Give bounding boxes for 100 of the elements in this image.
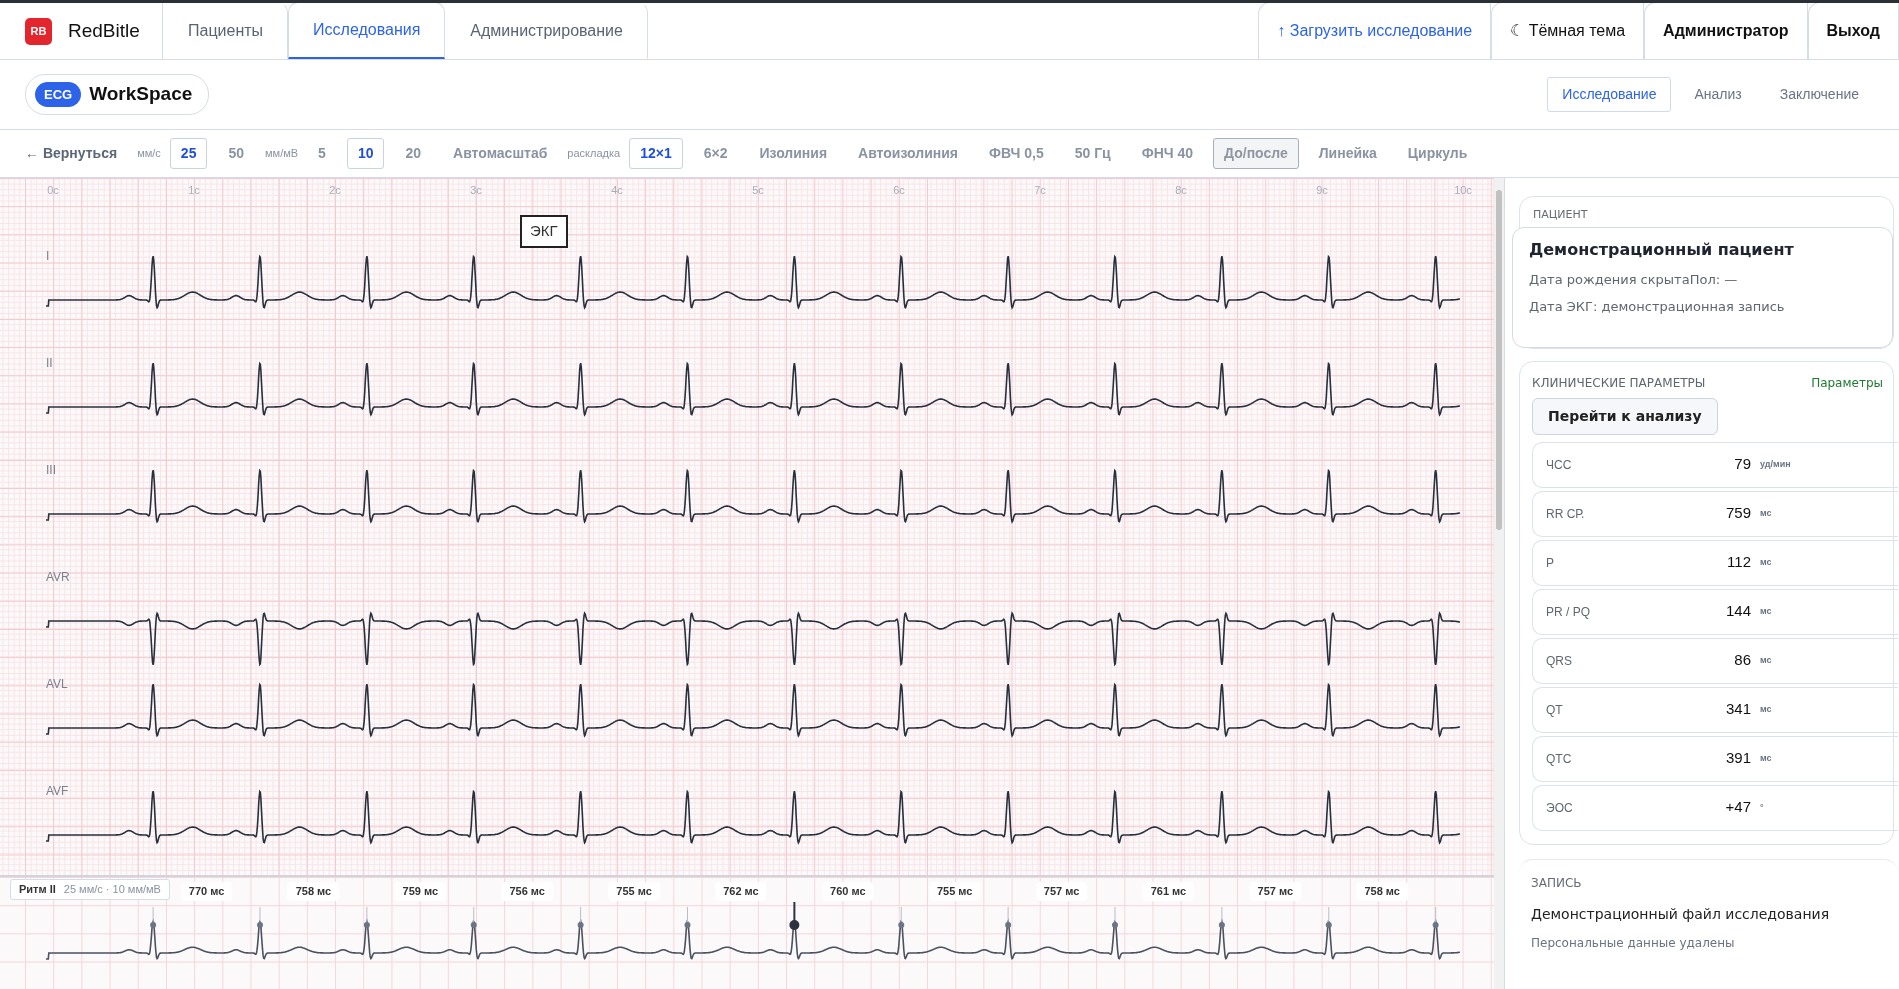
beat-marker[interactable] [1112,906,1118,928]
record-file: Демонстрационный файл исследования [1531,904,1831,924]
scrollbar[interactable] [1494,178,1504,989]
section-title: ПАЦИЕНТ [1532,207,1589,223]
rr-interval: 757 мс [1249,882,1302,901]
time-label: 4с [611,184,623,196]
time-label: 9с [1316,184,1328,196]
rr-interval: 760 мс [822,882,874,901]
rr-interval: 762 мс [715,882,767,901]
parameter-unit: мс [1760,751,1772,765]
toolbar-tool[interactable]: ФНЧ 40 [1130,138,1205,169]
theme-toggle[interactable]: ☾ Тёмная тема [1491,3,1645,59]
rr-interval: 758 мс [1356,882,1408,901]
parameters-link[interactable]: Параметры [1811,373,1883,392]
beat-marker[interactable] [577,906,584,928]
beat-marker[interactable] [1005,906,1012,928]
patient-name: Демонстрационный пациент [1529,238,1795,261]
rhythm-lead: Ритм II [19,882,56,897]
back-link[interactable]: ← Вернуться [25,143,118,164]
rr-interval: 761 мс [1142,882,1195,901]
parameter-unit: мс [1760,506,1772,520]
rr-interval: 756 мс [501,882,553,901]
lead-label: II [46,356,53,370]
parameter-unit: мс [1760,702,1772,716]
toolbar-tool[interactable]: 50 Гц [1063,138,1122,169]
parameter-unit: мс [1760,653,1772,667]
brand-name: RedBitle [68,18,140,43]
beat-marker[interactable] [150,906,157,928]
view-tab[interactable]: Заключение [1764,77,1874,112]
toolbar-tool[interactable]: ФВЧ 0,5 [978,138,1055,169]
rr-interval: 755 мс [608,882,660,901]
parameter-value: 391 [1724,748,1751,769]
time-label: 0с [47,184,59,196]
beat-marker[interactable] [789,901,800,930]
toolbar-tool[interactable]: Циркуль [1396,138,1479,169]
rr-interval: 759 мс [394,882,447,901]
rhythm-settings: 25 мм/с · 10 мм/мВ [63,882,161,897]
toolbar-caption: мм/мВ [265,146,299,162]
upload-button[interactable]: ↑ Загрузить исследование [1258,3,1492,59]
parameter-name: P [1546,554,1555,572]
beat-marker[interactable] [684,906,691,928]
time-label: 10с [1454,184,1472,196]
parameter-name: QTC [1546,750,1573,768]
record-note: Персональные данные удалены [1531,934,1736,952]
beat-marker[interactable] [898,906,905,928]
time-label: 2с [329,184,341,196]
analysis-button[interactable]: Перейти к анализу [1532,397,1718,435]
ecg-badge: ECG [35,81,82,108]
beat-marker[interactable] [1218,906,1225,928]
lead-label: III [46,463,56,477]
toolbar-caption: мм/с [137,146,161,162]
view-tab[interactable]: Анализ [1679,77,1757,112]
logout-button[interactable]: Выход [1807,3,1899,59]
ecg-date: Дата ЭКГ: демонстрационная запись [1529,298,1786,316]
toolbar-option[interactable]: 6×2 [692,138,739,169]
toolbar-option[interactable]: 25 [169,138,208,169]
toolbar-option[interactable]: 20 [394,138,433,169]
user-button[interactable]: Администратор [1644,3,1808,59]
parameter-name: ЧСС [1546,456,1573,474]
ecg-annotation: ЭКГ [520,215,568,248]
parameter-name: PR / PQ [1546,603,1591,621]
parameter-value: 86 [1733,650,1751,671]
parameter-value: 759 [1724,503,1751,524]
beat-marker[interactable] [1432,906,1439,928]
toolbar-tool[interactable]: Автоизолиния [847,138,969,169]
parameter-unit: мс [1760,555,1772,569]
scroll-thumb[interactable] [1496,190,1502,530]
nav-tab[interactable]: Администрирование [445,3,648,59]
toolbar-option[interactable]: 5 [307,138,337,169]
rr-interval: 755 мс [928,882,981,901]
parameter-value: 79 [1733,454,1751,475]
lead-label: I [46,249,50,263]
view-tab[interactable]: Исследование [1547,77,1672,112]
parameter-value: 341 [1724,699,1751,720]
toolbar-option[interactable]: 10 [346,138,385,169]
parameter-unit: уд/мин [1760,457,1791,471]
toolbar-tool[interactable]: Автомасштаб [442,138,559,169]
beat-marker[interactable] [257,906,263,928]
patient-sex: Пол: — [1689,270,1738,289]
beat-marker[interactable] [1325,906,1332,928]
toolbar-tool[interactable]: Линейка [1307,138,1388,169]
parameter-name: RR СР. [1546,505,1586,523]
beat-marker[interactable] [363,906,370,928]
time-label: 8с [1175,184,1187,196]
toolbar-option[interactable]: 12×1 [629,138,683,169]
parameter-name: QRS [1546,652,1573,670]
toolbar-option[interactable]: 50 [217,138,255,169]
time-label: 1с [188,184,200,196]
beat-marker[interactable] [470,906,477,928]
parameter-value: 144 [1724,601,1751,622]
nav-tab[interactable]: Пациенты [163,3,289,59]
parameter-value: +47 [1724,797,1751,818]
lead-label: AVF [46,784,69,798]
rr-interval: 770 мс [180,882,233,901]
parameter-name: ЭОС [1546,799,1574,817]
parameter-value: 112 [1726,552,1751,573]
parameter-unit: ° [1760,800,1764,814]
parameter-unit: мс [1760,604,1772,618]
toolbar-tool[interactable]: Изолиния [748,138,839,169]
section-title: КЛИНИЧЕСКИЕ ПАРАМЕТРЫ [1532,374,1706,392]
